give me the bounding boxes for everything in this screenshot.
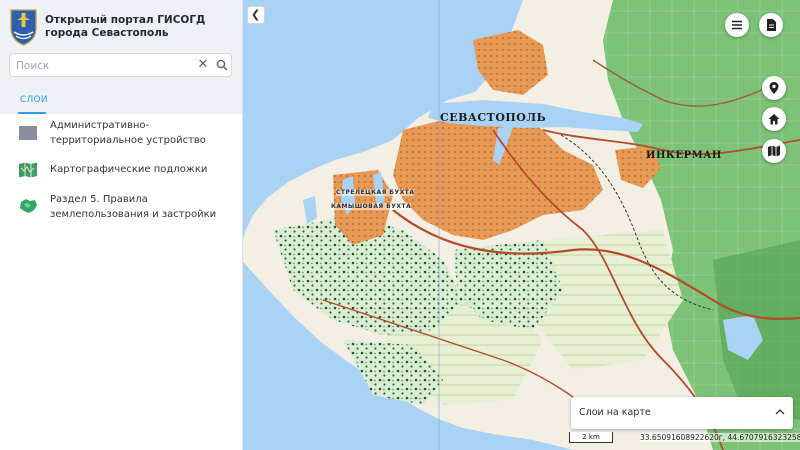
zoning-map-icon <box>20 199 37 213</box>
layer-item-admin[interactable]: Административно-территориальное устройст… <box>0 118 242 150</box>
layer-label: Картографические подложки <box>50 164 208 175</box>
layer-item-basemaps[interactable]: Картографические подложки <box>0 162 242 180</box>
home-button[interactable] <box>762 107 786 131</box>
menu-button[interactable] <box>725 13 749 37</box>
topographic-basemap <box>243 0 800 450</box>
hamburger-menu-icon <box>732 20 742 30</box>
document-icon <box>767 19 776 31</box>
layer-item-zoning[interactable]: Раздел 5. Правила землепользования и зас… <box>0 192 242 224</box>
close-icon[interactable]: ✕ <box>196 58 210 72</box>
map-view[interactable]: СЕВАСТОПОЛЬ ИНКЕРМАН СТРЕЛЕЦКАЯ БУХТА КА… <box>243 0 800 450</box>
admin-boundary-icon <box>19 126 37 140</box>
map-button[interactable] <box>762 139 786 163</box>
chevron-up-icon[interactable] <box>775 407 785 417</box>
collapse-sidebar-button[interactable]: ❮ <box>247 6 265 24</box>
basemap-icon <box>19 162 37 178</box>
document-button[interactable] <box>759 13 783 37</box>
sidebar: Открытый портал ГИСОГД города Севастопол… <box>0 0 243 450</box>
map-label-kamyshovaya: КАМЫШОВАЯ БУХТА <box>331 203 412 210</box>
tab-layers[interactable]: СЛОИ <box>20 95 48 105</box>
sidebar-header: Открытый портал ГИСОГД города Севастопол… <box>0 0 242 114</box>
scale-bar: 2 km <box>569 432 613 443</box>
search-input[interactable] <box>16 57 186 74</box>
map-icon <box>768 145 780 157</box>
home-icon <box>768 114 780 125</box>
layer-label: Административно-территориальное устройст… <box>50 120 206 146</box>
search-box: ✕ <box>9 53 232 77</box>
scale-text: 2 km <box>582 433 600 441</box>
sevastopol-coat-of-arms-logo <box>10 9 37 46</box>
search-icon[interactable] <box>216 59 228 71</box>
map-label-streletskaya: СТРЕЛЕЦКАЯ БУХТА <box>336 189 415 196</box>
map-label-sevastopol: СЕВАСТОПОЛЬ <box>440 111 547 124</box>
map-label-inkerman: ИНКЕРМАН <box>646 150 722 161</box>
portal-title: Открытый портал ГИСОГД города Севастопол… <box>45 14 206 39</box>
layers-panel-title: Слои на карте <box>579 407 651 418</box>
location-pin-icon <box>769 82 779 94</box>
layer-label: Раздел 5. Правила землепользования и зас… <box>50 194 217 220</box>
location-button[interactable] <box>762 76 786 100</box>
cursor-coordinates: 33.65091608922620г, 44.67079163232589 <box>640 433 800 442</box>
chevron-left-icon: ❮ <box>251 8 261 21</box>
tab-active-indicator <box>18 112 46 114</box>
layers-on-map-panel[interactable]: Слои на карте <box>571 397 793 429</box>
